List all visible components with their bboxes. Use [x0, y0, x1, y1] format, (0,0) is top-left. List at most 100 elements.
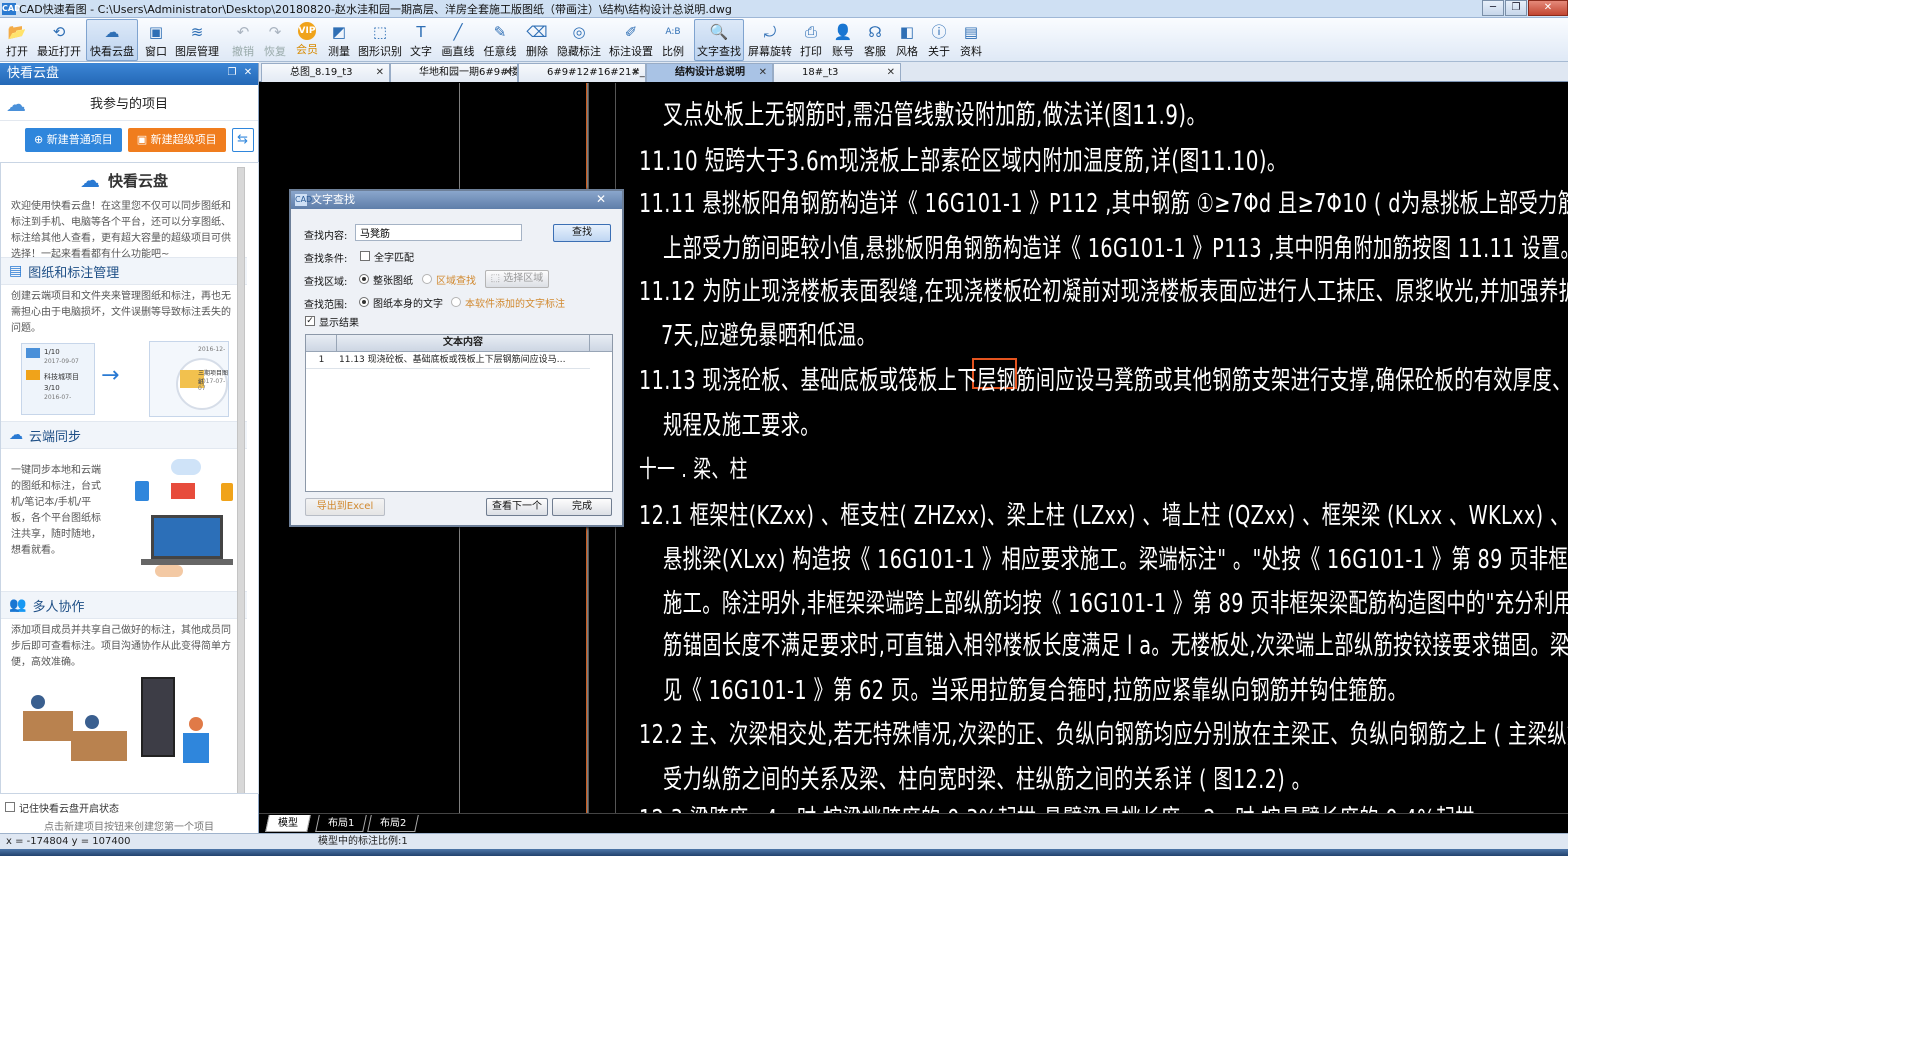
toolbar-button-info[interactable]: ⓘ 关于: [924, 19, 954, 61]
illus-text: 1/10: [44, 348, 60, 356]
tab-close-icon[interactable]: ✕: [632, 64, 640, 82]
toolbar-button-measure[interactable]: ◩ 测量: [324, 19, 354, 61]
dialog-close-button[interactable]: ✕: [590, 192, 612, 206]
library-icon: ▤: [963, 23, 979, 41]
toolbar-label: 测量: [328, 45, 350, 58]
search-scope-label: 查找范围:: [304, 300, 348, 311]
illus-text: 2016-12-: [198, 346, 226, 353]
area-region-radio[interactable]: [422, 274, 432, 284]
minimize-button[interactable]: ─: [1482, 0, 1504, 16]
show-results-checkbox[interactable]: ✓: [305, 316, 315, 326]
team-illustration: [1, 675, 247, 779]
toolbar-button-text[interactable]: T 文字: [406, 19, 436, 61]
tab-label: 布局1: [328, 818, 355, 829]
toolbar-button-print[interactable]: ⎙ 打印: [796, 19, 826, 61]
tab-close-icon[interactable]: ✕: [504, 64, 512, 82]
toolbar-button-hide-annotation[interactable]: ◎ 隐藏标注: [554, 19, 604, 61]
document-tab[interactable]: 6#9#12#16#21#_t3 ✕: [518, 63, 646, 82]
window-title: CAD快速看图 - C:\Users\Administrator\Desktop…: [19, 2, 732, 16]
tab-close-icon[interactable]: ✕: [759, 64, 767, 82]
drawing-text-line: 上部受力筋间距较小值,悬挑板阴角钢筋构造详《 16G101-1 》P113 ,其…: [663, 234, 1568, 264]
whole-match-checkbox[interactable]: [360, 251, 370, 261]
document-tab[interactable]: 结构设计总说明 ✕: [646, 63, 773, 82]
toolbar-button-window[interactable]: ▣ 窗口: [140, 19, 172, 61]
toolbar-button-undo[interactable]: ↶ 撤销: [228, 19, 258, 61]
drawings-illustration: 1/10 2017-09-07 科技城项目 3/10 2016-07- → 三期…: [1, 337, 247, 421]
maximize-button[interactable]: ❐: [1505, 0, 1527, 16]
drawing-text-line: 十一 . 梁、柱: [639, 455, 748, 483]
new-super-project-button[interactable]: ▣ 新建超级项目: [127, 128, 226, 152]
toolbar-button-folder-open[interactable]: 📂 打开: [2, 19, 32, 61]
done-button[interactable]: 完成: [552, 498, 612, 516]
illus-text: 2017-07-07: [198, 378, 226, 392]
select-area-button[interactable]: ⬚ 选择区域: [485, 270, 549, 288]
toolbar-button-vip[interactable]: VIP 会员: [292, 19, 322, 61]
document-tab[interactable]: 18#_t3 ✕: [773, 63, 901, 82]
toolbar-button-history[interactable]: ⟲ 最近打开: [34, 19, 84, 61]
toolbar-button-text-search[interactable]: 🔍 文字查找: [694, 19, 744, 61]
main-toolbar: 📂 打开 ⟲ 最近打开 ☁ 快看云盘 ▣ 窗口 ≋ 图层管理 ↶ 撤销 ↷ 恢复 VIP 会员 ◩ 测量 ⬚ 图形识别…: [0, 18, 1568, 62]
tab-layout-2[interactable]: 布局2: [367, 815, 420, 832]
dialog-title: 文字查找: [311, 193, 355, 206]
text-search-dialog: CAD 文字查找 ✕ 查找内容: 查找 查找条件: 全字匹配 查找区域: 整张图…: [289, 189, 624, 527]
scope-added-label: 本软件添加的文字标注: [465, 299, 565, 310]
scope-added-radio[interactable]: [451, 297, 461, 307]
toolbar-button-account[interactable]: 👤 账号: [828, 19, 858, 61]
toolbar-button-annotation-settings[interactable]: ✐ 标注设置: [606, 19, 656, 61]
toolbar-button-library[interactable]: ▤ 资料: [956, 19, 986, 61]
dialog-title-bar[interactable]: CAD 文字查找 ✕: [291, 191, 622, 209]
sync-refresh-button[interactable]: ⇆: [231, 128, 254, 152]
section-title-text: 多人协作: [32, 599, 85, 615]
tab-layout-1[interactable]: 布局1: [315, 815, 368, 832]
toolbar-button-layers[interactable]: ≋ 图层管理: [174, 19, 220, 61]
document-tab[interactable]: 总图_8.19_t3 ✕: [261, 63, 390, 82]
toolbar-label: 屏幕旋转: [748, 45, 792, 58]
toolbar-label: 快看云盘: [90, 45, 134, 58]
panel-close-icon[interactable]: ✕: [242, 67, 254, 79]
panel-footer: 记住快看云盘开启状态 点击新建项目按钮来创建您第一个项目: [0, 796, 259, 836]
search-input[interactable]: [355, 224, 522, 241]
section-text-drawings: 创建云端项目和文件夹来管理图纸和标注，再也无需担心由于电脑损坏，文件误删等导致标…: [11, 291, 231, 334]
drawing-text-line: 叉点处板上无钢筋时,需沿管线敷设附加筋,做法详(图11.9)。: [663, 100, 1207, 131]
toolbar-label: 画直线: [441, 45, 475, 58]
document-icon: ▤: [9, 263, 23, 279]
drawing-text-line: 规程及施工要求。: [663, 411, 820, 441]
toolbar-button-rotate-screen[interactable]: ⤾ 屏幕旋转: [746, 19, 794, 61]
toolbar-button-cloud[interactable]: ☁ 快看云盘: [86, 19, 138, 61]
toolbar-button-line[interactable]: ╱ 画直线: [438, 19, 478, 61]
toolbar-button-scale[interactable]: A:B 比例: [658, 19, 688, 61]
panel-scrollbar[interactable]: [237, 167, 245, 793]
tab-label: 18#_t3: [802, 67, 839, 78]
close-window-button[interactable]: ✕: [1528, 0, 1568, 16]
find-button[interactable]: 查找: [553, 224, 611, 242]
tab-close-icon[interactable]: ✕: [887, 64, 895, 82]
panel-header: 快看云盘 ❐ ✕: [0, 63, 258, 85]
toolbar-button-style[interactable]: ◧ 风格: [892, 19, 922, 61]
redo-icon: ↷: [268, 23, 282, 41]
toolbar-button-headset[interactable]: ☊ 客服: [860, 19, 890, 61]
export-excel-button[interactable]: 导出到Excel: [305, 498, 385, 516]
document-tab[interactable]: 华地和园一期6#9#楼2…✕: [390, 63, 518, 82]
illus-text: 2017-09-07: [44, 358, 79, 365]
os-taskbar: [0, 849, 1568, 856]
tab-close-icon[interactable]: ✕: [376, 64, 384, 82]
document-tabs: 总图_8.19_t3✕华地和园一期6#9#楼2…✕6#9#12#16#21#_t…: [259, 62, 1568, 82]
drawing-text-line: 筋锚固长度不满足要求时,可直锚入相邻楼板长度满足 l a。无楼板处,次梁端上部纵…: [663, 631, 1568, 661]
toolbar-button-shape-recognition[interactable]: ⬚ 图形识别: [356, 19, 404, 61]
find-next-button[interactable]: 查看下一个: [486, 498, 548, 516]
toolbar-button-freehand[interactable]: ✎ 任意线: [480, 19, 520, 61]
illus-text: 2016-07-: [44, 394, 72, 401]
toolbar-label: 任意线: [483, 45, 517, 58]
toolbar-button-eraser[interactable]: ⌫ 删除: [522, 19, 552, 61]
tab-model[interactable]: 模型: [265, 815, 311, 832]
scope-drawing-radio[interactable]: [359, 297, 369, 307]
panel-restore-icon[interactable]: ❐: [226, 67, 238, 79]
illus-text: 科技城项目: [44, 373, 79, 381]
toolbar-button-redo[interactable]: ↷ 恢复: [260, 19, 290, 61]
new-normal-project-button[interactable]: ⊕ 新建普通项目: [25, 128, 122, 152]
illus-text: 3/10: [44, 384, 60, 392]
annotation-settings-icon: ✐: [624, 23, 638, 41]
table-row[interactable]: 1 11.13 现浇砼板、基础底板或筏板上下层钢筋间应设马…: [306, 352, 590, 369]
area-whole-radio[interactable]: [359, 274, 369, 284]
remember-state-checkbox[interactable]: [5, 802, 15, 812]
